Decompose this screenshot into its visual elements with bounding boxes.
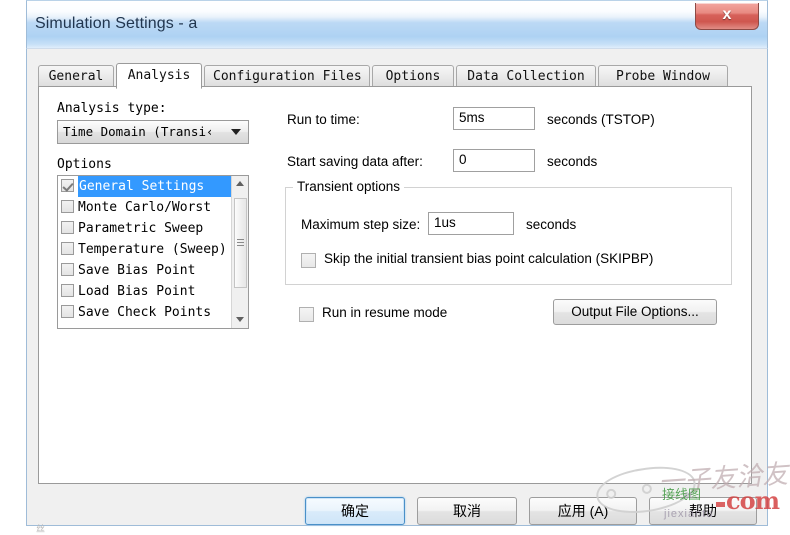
scrollbar-grip-icon: [237, 239, 244, 246]
list-item[interactable]: Temperature (Sweep): [58, 239, 248, 260]
list-item[interactable]: Save Check Points: [58, 302, 248, 323]
max-step-size-label: Maximum step size:: [301, 217, 421, 232]
checkbox-icon[interactable]: [61, 179, 74, 192]
run-to-time-unit: seconds (TSTOP): [547, 112, 655, 127]
transient-options-title: Transient options: [293, 179, 405, 194]
tabstrip: General Analysis Configuration Files Opt…: [38, 63, 752, 89]
close-x-icon: x: [722, 6, 732, 23]
checkbox-icon[interactable]: [61, 305, 74, 318]
skipbp-label[interactable]: Skip the initial transient bias point ca…: [324, 251, 653, 266]
window-title: Simulation Settings - a: [35, 15, 198, 32]
list-item-label: Save Check Points: [78, 305, 212, 320]
chevron-down-icon: [231, 129, 241, 135]
tab-analysis[interactable]: Analysis: [116, 63, 202, 89]
checkbox-icon[interactable]: [61, 242, 74, 255]
analysis-type-combobox[interactable]: Time Domain (Transi‹: [57, 120, 249, 144]
list-item-label: Load Bias Point: [78, 284, 196, 299]
run-to-time-label: Run to time:: [287, 112, 360, 127]
tab-options[interactable]: Options: [372, 65, 454, 87]
list-item[interactable]: Load Bias Point: [58, 281, 248, 302]
scroll-up-icon[interactable]: [232, 176, 248, 193]
resume-mode-checkbox[interactable]: [299, 307, 314, 322]
checkbox-icon[interactable]: [61, 284, 74, 297]
list-item-label: Temperature (Sweep): [78, 242, 227, 257]
output-file-options-button[interactable]: Output File Options...: [553, 299, 717, 325]
checkbox-icon[interactable]: [61, 221, 74, 234]
help-button[interactable]: 帮助: [649, 497, 757, 525]
list-item-label: Parametric Sweep: [78, 221, 204, 236]
dialog-client-area: General Analysis Configuration Files Opt…: [26, 48, 768, 526]
cancel-button[interactable]: 取消: [417, 497, 517, 525]
scroll-down-icon[interactable]: [232, 311, 248, 328]
window-titlebar: Simulation Settings - a x: [26, 0, 768, 48]
list-item-label: General Settings: [78, 176, 236, 197]
analysis-tab-panel: Analysis type: Time Domain (Transi‹ Opti…: [38, 86, 752, 484]
listbox-scrollbar[interactable]: [231, 176, 248, 328]
start-saving-unit: seconds: [547, 154, 598, 169]
list-item-label: Save Bias Point: [78, 263, 196, 278]
close-button[interactable]: x: [695, 3, 759, 30]
list-item[interactable]: Parametric Sweep: [58, 218, 248, 239]
tab-general[interactable]: General: [38, 65, 114, 87]
scrollbar-thumb[interactable]: [234, 198, 247, 288]
max-step-size-input[interactable]: 1us: [428, 212, 514, 235]
tab-configuration-files[interactable]: Configuration Files: [204, 65, 370, 87]
simulation-settings-dialog: Simulation Settings - a x General Analys…: [26, 0, 768, 526]
checkbox-icon[interactable]: [61, 200, 74, 213]
list-item[interactable]: Save Bias Point: [58, 260, 248, 281]
analysis-type-value: Time Domain (Transi‹: [63, 124, 214, 139]
resume-mode-label[interactable]: Run in resume mode: [322, 305, 447, 320]
skipbp-checkbox[interactable]: [301, 253, 316, 268]
start-saving-input[interactable]: 0: [453, 149, 535, 172]
analysis-type-label: Analysis type:: [57, 101, 167, 116]
page-artifact: 丝: [36, 525, 46, 535]
tab-data-collection[interactable]: Data Collection: [456, 65, 596, 87]
transient-options-group: [285, 187, 732, 285]
options-label: Options: [57, 157, 112, 172]
ok-button[interactable]: 确定: [305, 497, 405, 525]
run-to-time-input[interactable]: 5ms: [453, 107, 535, 130]
tab-probe-window[interactable]: Probe Window: [598, 65, 728, 87]
max-step-size-unit: seconds: [526, 217, 577, 232]
list-item-label: Monte Carlo/Worst: [78, 200, 212, 215]
list-item[interactable]: General Settings: [58, 176, 248, 197]
checkbox-icon[interactable]: [61, 263, 74, 276]
apply-button[interactable]: 应用 (A): [529, 497, 637, 525]
options-listbox[interactable]: General Settings Monte Carlo/Worst Param…: [57, 175, 249, 329]
start-saving-label: Start saving data after:: [287, 154, 423, 169]
list-item[interactable]: Monte Carlo/Worst: [58, 197, 248, 218]
